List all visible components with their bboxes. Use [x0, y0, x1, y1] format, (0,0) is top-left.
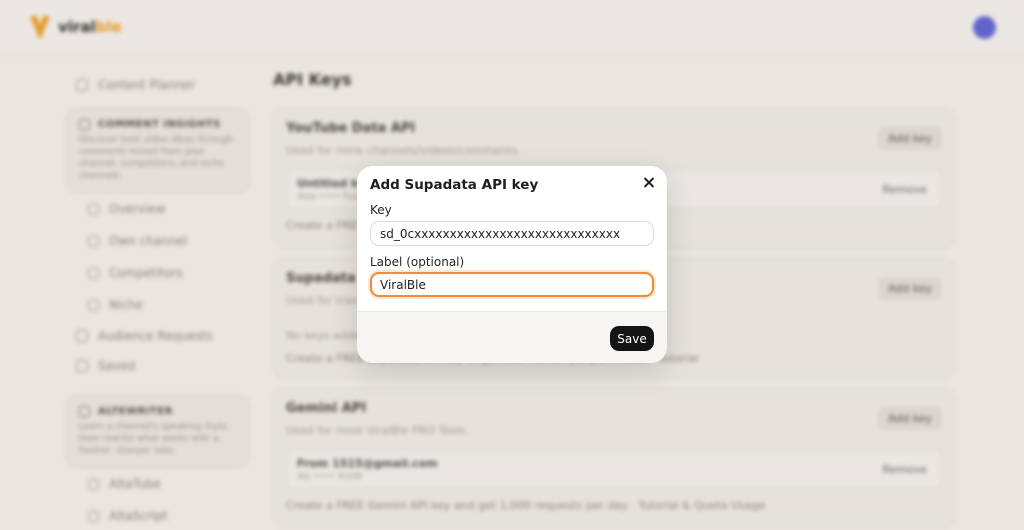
label-field-label: Label (optional): [370, 255, 465, 269]
key-field-label: Key: [370, 203, 392, 217]
add-api-key-dialog: Add Supadata API key Key Label (optional…: [357, 166, 667, 363]
save-button[interactable]: Save: [610, 326, 654, 351]
close-icon[interactable]: [641, 175, 657, 191]
label-input[interactable]: [370, 272, 654, 297]
dialog-footer: Save: [357, 311, 667, 363]
dialog-title: Add Supadata API key: [370, 177, 539, 193]
key-input[interactable]: [370, 221, 654, 246]
